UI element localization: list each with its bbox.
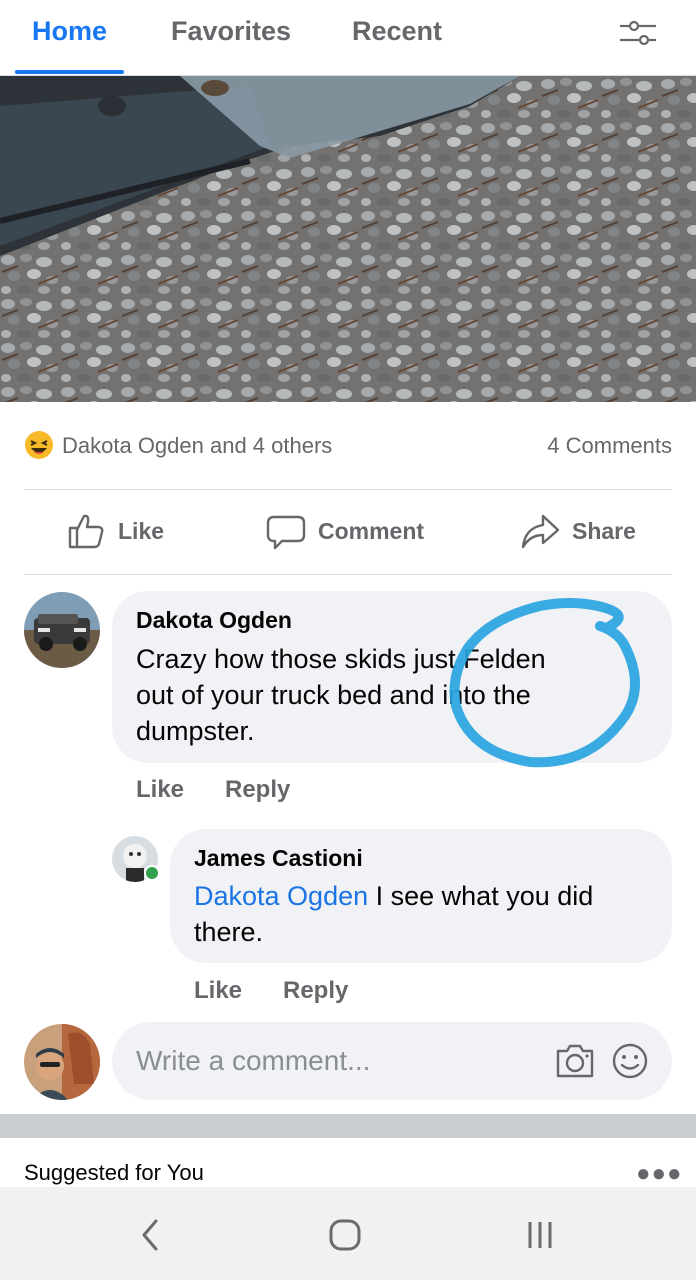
active-tab-indicator: [15, 70, 124, 74]
recent-apps-icon[interactable]: [522, 1218, 558, 1252]
tab-favorites[interactable]: Favorites: [171, 16, 291, 47]
camera-button[interactable]: [554, 1041, 596, 1086]
comment-reply-button[interactable]: Reply: [225, 776, 290, 804]
comment-author[interactable]: Dakota Ogden: [136, 607, 292, 634]
share-arrow-icon: [521, 514, 560, 549]
reply-line: there.: [194, 917, 264, 947]
top-tab-bar: Home Favorites Recent: [0, 0, 696, 76]
like-label: Like: [118, 517, 165, 544]
divider: [24, 489, 672, 490]
reply-text-part: I see what you did: [368, 881, 594, 911]
mention-link[interactable]: Dakota Ogden: [194, 881, 368, 911]
reply-reply-button[interactable]: Reply: [283, 977, 348, 1005]
system-navigation-bar: [0, 1187, 696, 1280]
divider: [24, 574, 672, 575]
comment-button[interactable]: Comment: [266, 508, 424, 554]
comment-input[interactable]: Write a comment...: [136, 1045, 370, 1077]
avatar[interactable]: [24, 592, 100, 668]
reply-like-button[interactable]: Like: [194, 977, 242, 1005]
laughing-emoji-icon[interactable]: [24, 430, 54, 460]
current-user-avatar[interactable]: [24, 1024, 100, 1100]
share-label: Share: [572, 517, 636, 544]
comment-like-button[interactable]: Like: [136, 776, 184, 804]
section-separator: [0, 1114, 696, 1138]
speech-bubble-icon: [266, 515, 306, 550]
post-photo[interactable]: [0, 76, 696, 402]
sliders-icon: [620, 20, 656, 46]
like-button[interactable]: Like: [66, 508, 164, 554]
reply-author[interactable]: James Castioni: [194, 845, 363, 872]
smiley-icon: [612, 1043, 648, 1079]
filter-settings-button[interactable]: [614, 14, 662, 54]
share-button[interactable]: Share: [520, 508, 636, 554]
hand-drawn-circle-annotation: [449, 598, 640, 768]
thumbs-up-icon: [68, 514, 104, 549]
camera-icon: [556, 1044, 594, 1078]
emoji-button[interactable]: [610, 1041, 650, 1086]
suggested-heading: Suggested for You: [24, 1160, 204, 1185]
tab-recent[interactable]: Recent: [352, 16, 442, 47]
home-icon[interactable]: [326, 1216, 364, 1254]
comment-label: Comment: [318, 517, 425, 544]
online-status-dot: [144, 865, 160, 881]
gravel-photo-image: [0, 76, 696, 402]
reply-text: Dakota Ogden I see what you did there.: [194, 878, 593, 950]
more-options-icon[interactable]: ●●●: [636, 1160, 683, 1188]
reactions-summary[interactable]: Dakota Ogden and 4 others: [62, 433, 332, 459]
comments-count[interactable]: 4 Comments: [547, 433, 672, 459]
back-icon[interactable]: [136, 1217, 164, 1253]
tab-home[interactable]: Home: [32, 16, 107, 47]
